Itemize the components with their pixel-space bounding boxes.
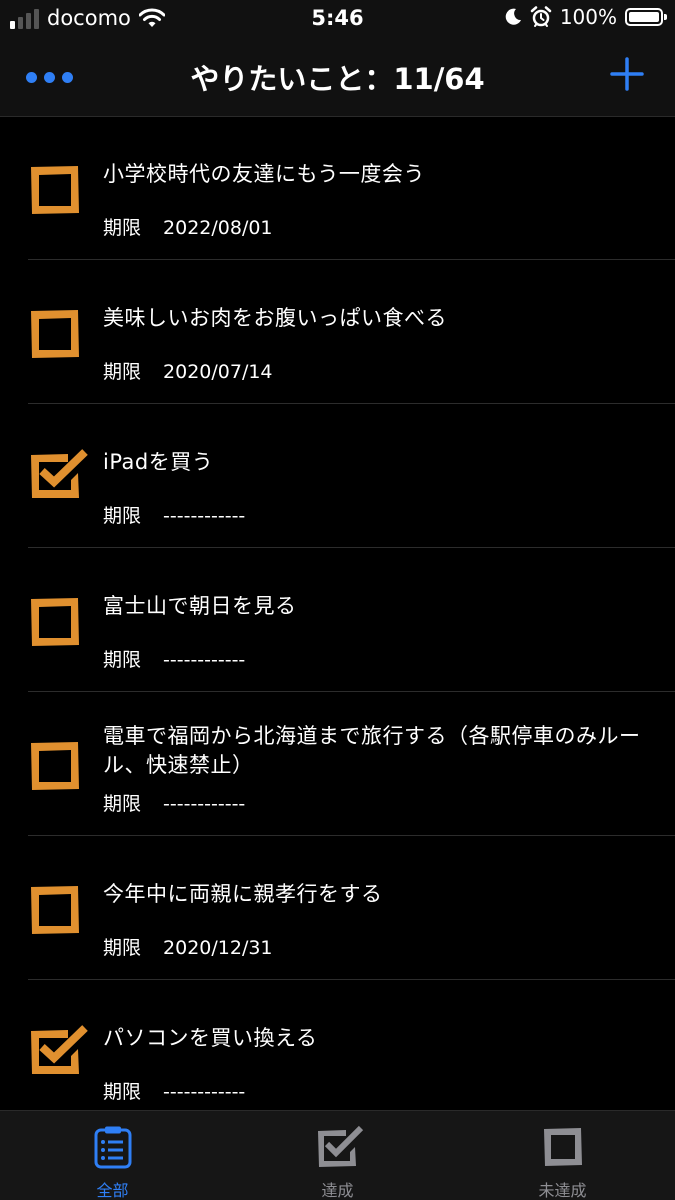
item-title: 小学校時代の友達にもう一度会う: [103, 162, 425, 186]
item-title: パソコンを買い換える: [103, 1026, 318, 1050]
empty-box-icon: [541, 1125, 585, 1169]
status-bar: docomo 5:46 100%: [0, 0, 675, 40]
deadline-label: 期限: [103, 505, 142, 527]
list-item[interactable]: iPadを買う 期限 ------------: [0, 404, 675, 548]
deadline-value: 2022/08/01: [163, 217, 273, 239]
deadline-value: ------------: [163, 505, 246, 527]
deadline-value: ------------: [163, 1081, 246, 1103]
plus-icon[interactable]: [609, 56, 645, 92]
checkbox-icon[interactable]: [28, 307, 82, 361]
item-deadline: 期限 ------------: [103, 501, 245, 528]
list-item[interactable]: 美味しいお肉をお腹いっぱい食べる 期限 2020/07/14: [0, 260, 675, 404]
checked-box-icon: [316, 1125, 363, 1169]
item-deadline: 期限 2022/08/01: [103, 213, 273, 240]
list-item[interactable]: パソコンを買い換える 期限 ------------: [0, 980, 675, 1110]
app-screen: docomo 5:46 100% やりたいこと：11/64 小学校時代の友達にも…: [0, 0, 675, 1200]
item-deadline: 期限 ------------: [103, 1077, 245, 1104]
deadline-value: 2020/12/31: [163, 937, 273, 959]
item-title: 今年中に両親に親孝行をする: [103, 882, 383, 906]
list-item[interactable]: 今年中に両親に親孝行をする 期限 2020/12/31: [0, 836, 675, 980]
clipboard-list-icon: [91, 1125, 135, 1169]
nav-bar: やりたいこと：11/64: [0, 40, 675, 117]
item-title: 美味しいお肉をお腹いっぱい食べる: [103, 306, 447, 330]
item-deadline: 期限 ------------: [103, 789, 245, 816]
deadline-value: ------------: [163, 649, 246, 671]
item-deadline: 期限 ------------: [103, 645, 245, 672]
battery-percentage: 100%: [559, 5, 617, 29]
item-deadline: 期限 2020/07/14: [103, 357, 273, 384]
item-title: 電車で福岡から北海道まで旅行する（各駅停車のみルール、快速禁止）: [103, 724, 641, 777]
deadline-label: 期限: [103, 937, 142, 959]
page-title: やりたいこと：11/64: [190, 62, 485, 96]
moon-icon: [505, 8, 521, 25]
alarm-icon: [530, 6, 552, 27]
deadline-value: 2020/07/14: [163, 361, 273, 383]
tab-label: 全部: [96, 1181, 129, 1200]
list-item[interactable]: 富士山で朝日を見る 期限 ------------: [0, 548, 675, 692]
checkbox-icon[interactable]: [28, 883, 82, 937]
item-title: 富士山で朝日を見る: [103, 594, 297, 618]
tab-unachieved[interactable]: 未達成: [450, 1111, 675, 1200]
item-deadline: 期限 2020/12/31: [103, 933, 273, 960]
tab-bar: 全部 達成 未達成: [0, 1110, 675, 1200]
tab-label: 未達成: [538, 1181, 587, 1200]
deadline-value: ------------: [163, 793, 246, 815]
tab-achieved[interactable]: 達成: [225, 1111, 450, 1200]
checkbox-icon[interactable]: [28, 595, 82, 649]
deadline-label: 期限: [103, 793, 142, 815]
deadline-label: 期限: [103, 361, 142, 383]
item-title: iPadを買う: [103, 450, 214, 474]
tab-label: 達成: [321, 1181, 354, 1200]
checkbox-icon[interactable]: [28, 163, 82, 217]
list-item[interactable]: 小学校時代の友達にもう一度会う 期限 2022/08/01: [0, 116, 675, 260]
checked-box-icon[interactable]: [28, 447, 88, 501]
battery-icon: [625, 8, 667, 26]
deadline-label: 期限: [103, 649, 142, 671]
todo-list: 小学校時代の友達にもう一度会う 期限 2022/08/01 美味しいお肉をお腹いっぱい…: [0, 116, 675, 1110]
list-item[interactable]: 電車で福岡から北海道まで旅行する（各駅停車のみルール、快速禁止） 期限 ------…: [0, 692, 675, 836]
status-right: 100%: [504, 5, 667, 29]
deadline-label: 期限: [103, 217, 142, 239]
checkbox-icon[interactable]: [28, 739, 82, 793]
deadline-label: 期限: [103, 1081, 142, 1103]
tab-all[interactable]: 全部: [0, 1111, 225, 1200]
checked-box-icon[interactable]: [28, 1023, 88, 1077]
